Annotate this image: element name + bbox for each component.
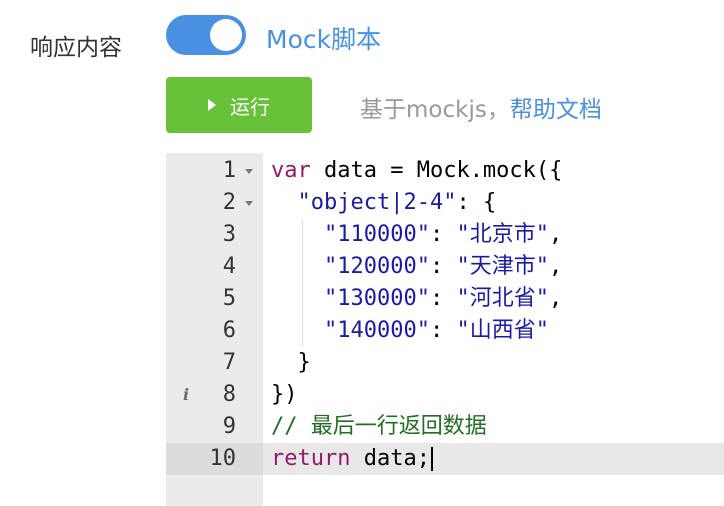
gutter-cell: 1 [166, 155, 263, 187]
code-text[interactable]: "110000": "北京市", [263, 219, 724, 251]
code-text[interactable]: return data; [263, 443, 724, 475]
line-number: 1 [222, 158, 236, 183]
gutter-cell: 3 [166, 219, 263, 251]
fold-arrow-icon[interactable] [245, 201, 253, 206]
info-icon: i [183, 385, 190, 404]
code-line[interactable]: i 8}) [166, 379, 724, 411]
code-text[interactable]: var data = Mock.mock({ [263, 155, 724, 187]
text-cursor [430, 447, 433, 471]
code-text[interactable]: "object|2-4": { [263, 187, 724, 219]
gutter-cell: 2 [166, 187, 263, 219]
code-line[interactable]: 10 return data; [166, 443, 724, 475]
run-button[interactable]: 运行 [166, 77, 312, 133]
indent-guide [301, 251, 303, 283]
code-token: "山西省" [456, 318, 549, 343]
code-token: : [429, 318, 457, 343]
hint-text: 基于mockjs， [360, 97, 510, 123]
gutter-cell: 4 [166, 251, 263, 283]
line-number: 9 [222, 414, 236, 439]
code-line[interactable]: 7 } [166, 347, 724, 379]
code-token: "object|2-4" [297, 190, 457, 215]
code-token: data = Mock.mock({ [310, 158, 563, 183]
code-token: }) [271, 382, 298, 407]
code-text[interactable]: } [263, 347, 724, 379]
play-icon [208, 99, 216, 111]
line-number: 4 [222, 254, 236, 279]
code-token: "河北省" [456, 286, 549, 311]
code-line[interactable]: 1 var data = Mock.mock({ [166, 155, 724, 187]
code-token: : [429, 254, 457, 279]
gutter-cell: 6 [166, 315, 263, 347]
mock-script-label: Mock脚本 [266, 25, 382, 54]
code-token: , [548, 254, 563, 279]
code-token: var [271, 158, 311, 183]
code-token: } [271, 350, 311, 375]
code-line[interactable]: 2 "object|2-4": { [166, 187, 724, 219]
indent-guide [301, 219, 303, 251]
code-token: "天津市" [456, 254, 549, 279]
line-number: 6 [222, 318, 236, 343]
code-token: // 最后一行返回数据 [271, 414, 487, 439]
line-number: 5 [222, 286, 236, 311]
gutter-cell: 10 [166, 443, 263, 475]
help-docs-link[interactable]: 帮助文档 [510, 97, 602, 123]
code-line[interactable]: 3 "110000": "北京市", [166, 219, 724, 251]
code-token: "130000" [323, 286, 430, 311]
code-token: : { [456, 190, 497, 215]
code-token: "140000" [323, 318, 430, 343]
code-line[interactable]: 4 "120000": "天津市", [166, 251, 724, 283]
line-number: 3 [222, 222, 236, 247]
code-token: return [271, 446, 351, 471]
toggle-knob [210, 19, 242, 51]
gutter-cell: 7 [166, 347, 263, 379]
gutter-cell: 5 [166, 283, 263, 315]
code-token: : [429, 286, 457, 311]
code-line[interactable]: 6 "140000": "山西省" [166, 315, 724, 347]
code-token: data; [350, 446, 430, 471]
code-token: "120000" [323, 254, 430, 279]
code-editor[interactable]: 1 var data = Mock.mock({2 "object|2-4": {… [166, 153, 724, 506]
code-text[interactable]: "140000": "山西省" [263, 315, 724, 347]
gutter-cell: i8 [166, 379, 263, 411]
code-token: : [429, 222, 457, 247]
code-text[interactable]: // 最后一行返回数据 [263, 411, 724, 443]
code-token: "110000" [323, 222, 430, 247]
mock-script-toggle[interactable] [166, 15, 246, 55]
code-token: "北京市" [456, 222, 549, 247]
indent-guide [301, 315, 303, 347]
line-number: 2 [222, 190, 236, 215]
line-number: 10 [209, 446, 237, 471]
code-text[interactable]: "130000": "河北省", [263, 283, 724, 315]
code-text[interactable]: }) [263, 379, 724, 411]
run-button-label: 运行 [230, 94, 270, 119]
line-number: 7 [222, 350, 236, 375]
gutter-cell: 9 [166, 411, 263, 443]
response-content-label: 响应内容 [30, 35, 122, 61]
fold-arrow-icon[interactable] [245, 169, 253, 174]
code-text[interactable]: "120000": "天津市", [263, 251, 724, 283]
code-line[interactable]: 5 "130000": "河北省", [166, 283, 724, 315]
code-token: , [548, 286, 563, 311]
code-token: , [548, 222, 563, 247]
mockjs-hint: 基于mockjs，帮助文档 [360, 90, 602, 124]
code-line[interactable]: 9 // 最后一行返回数据 [166, 411, 724, 443]
indent-guide [301, 283, 303, 315]
mock-settings-panel: 响应内容 Mock脚本 运行 基于mockjs，帮助文档 1 var data =… [0, 0, 724, 506]
line-number: 8 [222, 382, 236, 407]
